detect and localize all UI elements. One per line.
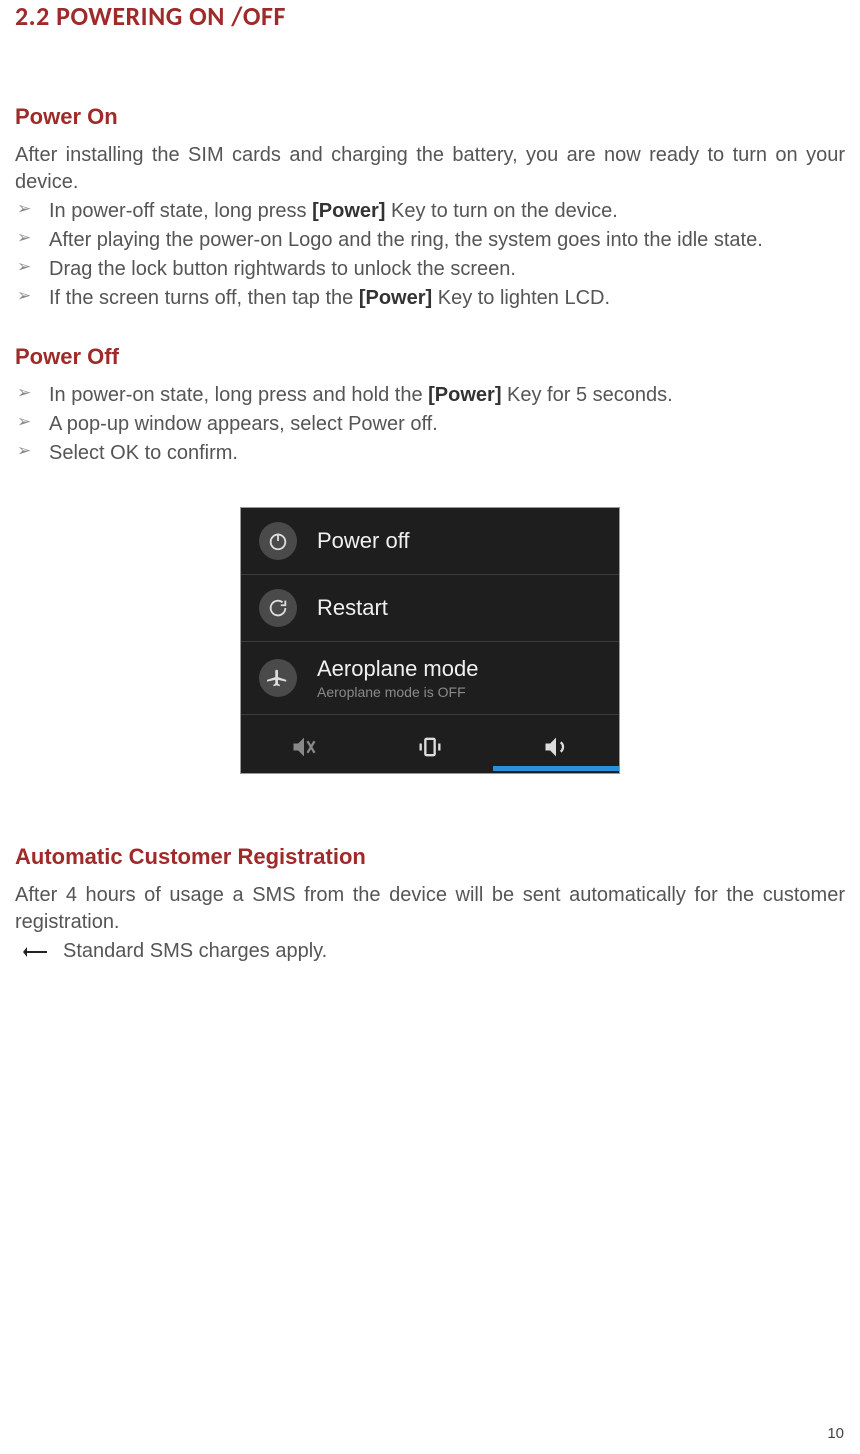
note-text: Standard SMS charges apply. xyxy=(63,940,327,963)
text: Key to lighten LCD. xyxy=(432,287,610,309)
bold-text: [Power] xyxy=(359,287,432,309)
list-item: After playing the power-on Logo and the … xyxy=(15,227,845,254)
power-on-heading: Power On xyxy=(15,104,845,130)
power-menu-screenshot: Power off Restart Aeroplane mode Aeropla… xyxy=(240,507,620,774)
note-row: Standard SMS charges apply. xyxy=(15,940,845,963)
text: In power-off state, long press xyxy=(49,200,312,222)
menu-label: Restart xyxy=(317,595,388,621)
airplane-icon xyxy=(259,659,297,697)
power-off-heading: Power Off xyxy=(15,344,845,370)
acr-heading: Automatic Customer Registration xyxy=(15,844,845,870)
text: Key to turn on the device. xyxy=(385,200,617,222)
list-item: In power-off state, long press [Power] K… xyxy=(15,198,845,225)
text: If the screen turns off, then tap the xyxy=(49,287,359,309)
page-number: 10 xyxy=(827,1425,844,1442)
list-item: A pop-up window appears, select Power of… xyxy=(15,411,845,438)
sound-mode-row xyxy=(241,715,619,773)
text: In power-on state, long press and hold t… xyxy=(49,384,428,406)
power-on-intro: After installing the SIM cards and charg… xyxy=(15,142,845,196)
power-off-list: In power-on state, long press and hold t… xyxy=(15,382,845,467)
sound-mute-button[interactable] xyxy=(241,733,367,761)
restart-icon xyxy=(259,589,297,627)
note-hand-icon xyxy=(15,941,55,963)
acr-text: After 4 hours of usage a SMS from the de… xyxy=(15,882,845,936)
list-item: Drag the lock button rightwards to unloc… xyxy=(15,256,845,283)
text: Key for 5 seconds. xyxy=(501,384,672,406)
menu-item-restart[interactable]: Restart xyxy=(241,575,619,642)
list-item: Select OK to confirm. xyxy=(15,440,845,467)
list-item: In power-on state, long press and hold t… xyxy=(15,382,845,409)
menu-sublabel: Aeroplane mode is OFF xyxy=(317,684,478,700)
menu-label: Power off xyxy=(317,528,410,554)
active-indicator xyxy=(493,766,619,771)
bold-text: [Power] xyxy=(428,384,501,406)
power-on-list: In power-off state, long press [Power] K… xyxy=(15,198,845,312)
menu-item-power-off[interactable]: Power off xyxy=(241,508,619,575)
menu-label: Aeroplane mode xyxy=(317,656,478,682)
power-icon xyxy=(259,522,297,560)
list-item: If the screen turns off, then tap the [P… xyxy=(15,285,845,312)
bold-text: [Power] xyxy=(312,200,385,222)
sound-vibrate-button[interactable] xyxy=(367,733,493,761)
sound-on-button[interactable] xyxy=(493,733,619,761)
menu-item-aeroplane[interactable]: Aeroplane mode Aeroplane mode is OFF xyxy=(241,642,619,715)
section-title: 2.2 POWERING ON /OFF xyxy=(15,0,845,32)
